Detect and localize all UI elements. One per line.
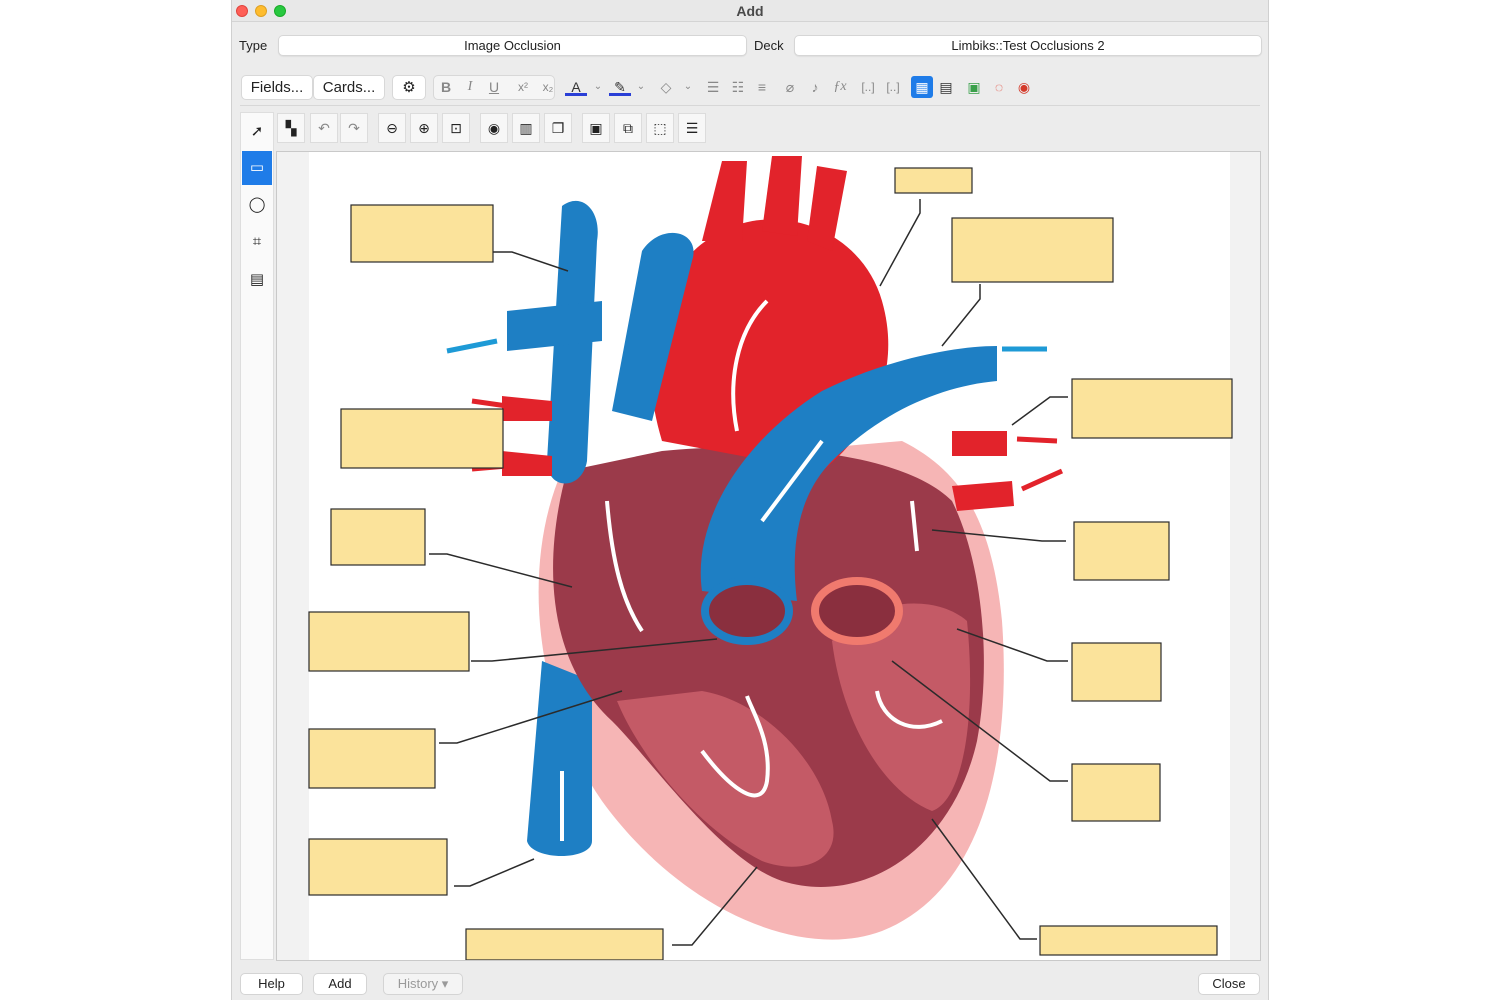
cloze-same-icon[interactable]: [..] (882, 76, 904, 98)
bold-icon[interactable]: B (435, 76, 457, 98)
add-button[interactable]: Add (313, 973, 367, 995)
zoom-out-icon[interactable]: ⊖ (378, 113, 406, 143)
align-icon[interactable]: ☰ (678, 113, 706, 143)
redo-icon[interactable]: ↷ (340, 113, 368, 143)
attachment-icon[interactable]: ⌀ (779, 76, 801, 98)
occlusion-mask[interactable] (1073, 521, 1170, 581)
fields-button[interactable]: Fields... (241, 75, 313, 100)
align-icon[interactable]: ≡ (751, 76, 773, 98)
occlusion-mask[interactable] (951, 217, 1114, 283)
chevron-down-icon[interactable]: ⌄ (677, 76, 699, 98)
add-window: Add Type Image Occlusion Deck Limbiks::T… (231, 0, 1269, 1000)
occlusion-mask[interactable] (308, 728, 436, 789)
history-button[interactable]: History ▾ (383, 973, 463, 995)
gear-icon[interactable]: ⚙ (392, 75, 426, 100)
undo-icon[interactable]: ↶ (310, 113, 338, 143)
group-icon[interactable]: ▣ (582, 113, 610, 143)
image-icon[interactable]: ▣ (963, 76, 985, 98)
occlusion-mask[interactable] (330, 508, 426, 566)
cloze-icon[interactable]: [..] (857, 76, 879, 98)
microphone-icon[interactable]: ♪ (804, 76, 826, 98)
close-button[interactable]: Close (1198, 973, 1260, 995)
occlusion-mask[interactable] (350, 204, 494, 263)
chevron-down-icon[interactable]: ⌄ (587, 76, 609, 98)
occlusion-canvas[interactable] (276, 151, 1261, 961)
select-arrow-icon[interactable]: ➚ (242, 115, 272, 149)
occlusion-mask[interactable] (340, 408, 504, 469)
note-type-selector[interactable]: Image Occlusion (278, 35, 747, 56)
window-title: Add (736, 3, 764, 19)
occlusion-mask[interactable] (894, 167, 973, 194)
type-label: Type (239, 38, 268, 53)
bullet-list-icon[interactable]: ☰ (702, 76, 724, 98)
toolbar-divider (240, 105, 1260, 106)
delete-icon[interactable]: ▥ (512, 113, 540, 143)
table-icon[interactable]: ▤ (935, 76, 957, 98)
occlusion-tool-palette: ➚ ▭ ◯ ⌗ ▤ (240, 112, 274, 960)
select-all-icon[interactable]: ⬚ (646, 113, 674, 143)
numbered-list-icon[interactable]: ☷ (727, 76, 749, 98)
occlusion-mask[interactable] (308, 838, 448, 896)
deck-selector[interactable]: Limbiks::Test Occlusions 2 (794, 35, 1262, 56)
heart-diagram-image (308, 152, 1233, 960)
cards-button[interactable]: Cards... (313, 75, 385, 100)
record-icon[interactable]: ◌ (988, 76, 1010, 98)
settings-icon[interactable]: ◉ (1013, 76, 1035, 98)
chevron-down-icon[interactable]: ⌄ (630, 76, 652, 98)
superscript-icon[interactable]: x² (512, 76, 534, 98)
ellipse-tool-icon[interactable]: ◯ (242, 188, 272, 222)
zoom-fit-icon[interactable]: ⊡ (442, 113, 470, 143)
mask-toggle-icon[interactable]: ▚ (277, 113, 305, 143)
occlusion-mask[interactable] (1039, 925, 1218, 956)
rectangle-tool-icon[interactable]: ▭ (242, 151, 272, 185)
zoom-in-icon[interactable]: ⊕ (410, 113, 438, 143)
italic-icon[interactable]: I (459, 76, 481, 98)
formula-icon[interactable]: ƒx (829, 76, 851, 98)
deck-label: Deck (754, 38, 784, 53)
occlusion-mask[interactable] (1071, 378, 1233, 439)
eye-icon[interactable]: ◉ (480, 113, 508, 143)
occlusion-mask[interactable] (1071, 642, 1162, 702)
subscript-icon[interactable]: x₂ (537, 76, 559, 98)
occlusion-mask[interactable] (465, 928, 664, 960)
text-color-icon[interactable]: A (565, 76, 587, 96)
occlusion-mask[interactable] (1071, 763, 1161, 822)
underline-icon[interactable]: U (483, 76, 505, 98)
ungroup-icon[interactable]: ⧉ (614, 113, 642, 143)
eraser-icon[interactable]: ◇ (655, 76, 677, 98)
duplicate-icon[interactable]: ❐ (544, 113, 572, 143)
image-occlusion-icon[interactable]: ▦ (911, 76, 933, 98)
polygon-tool-icon[interactable]: ⌗ (242, 225, 272, 259)
text-tool-icon[interactable]: ▤ (242, 263, 272, 297)
title-bar: Add (232, 0, 1268, 22)
occlusion-mask[interactable] (308, 611, 470, 672)
help-button[interactable]: Help (240, 973, 303, 995)
highlight-icon[interactable]: ✎ (609, 76, 631, 96)
